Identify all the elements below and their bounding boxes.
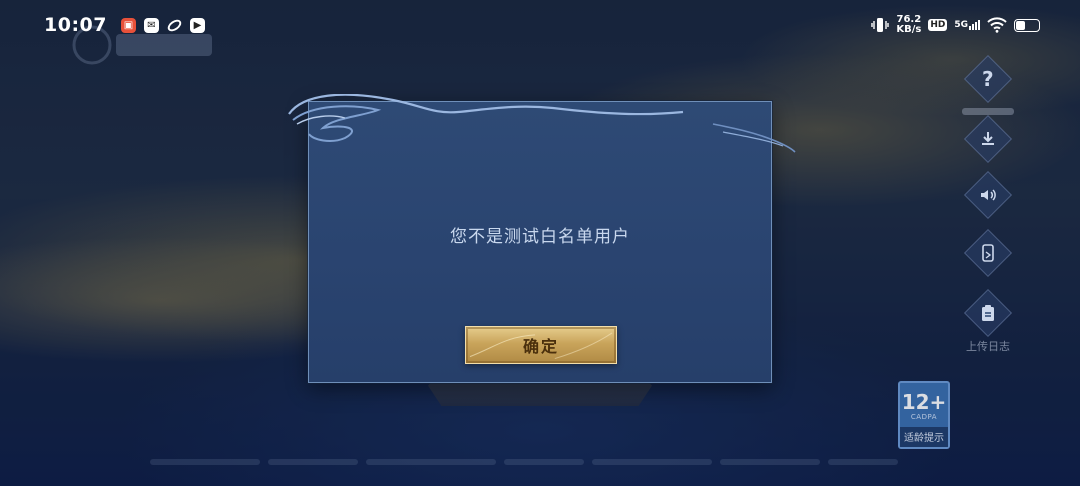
- age-rating-tip: 适龄提示: [900, 427, 948, 447]
- side-item-sound[interactable]: [958, 170, 1018, 220]
- confirm-button[interactable]: 确定: [465, 326, 617, 364]
- side-item-help[interactable]: ?: [958, 54, 1018, 115]
- age-rating-badge[interactable]: 12+ CADPA 适龄提示: [898, 381, 950, 449]
- wifi-icon: [987, 17, 1007, 33]
- phone-icon: [982, 244, 994, 262]
- hd-indicator: HD: [928, 19, 948, 31]
- question-icon: ?: [982, 66, 994, 91]
- app-notification-icon: ▣: [120, 17, 136, 33]
- vibrate-icon: [871, 18, 890, 32]
- net-speed: 76.2 KB/s: [896, 14, 922, 35]
- mail-icon: ✉: [143, 17, 159, 33]
- clipboard-icon: [982, 305, 994, 321]
- side-item-repair[interactable]: [958, 114, 1018, 164]
- whitelist-dialog: 您不是测试白名单用户 确定: [288, 94, 796, 383]
- clock: 10:07: [44, 14, 107, 36]
- speaker-icon: [981, 189, 996, 201]
- link-icon: [167, 18, 182, 33]
- side-item-upload-log[interactable]: 上传日志: [958, 288, 1018, 354]
- upload-log-label: 上传日志: [966, 340, 1010, 353]
- video-app-icon: ▶: [189, 17, 205, 33]
- battery-icon: [1014, 18, 1040, 32]
- age-rating-org: CADPA: [910, 413, 938, 421]
- signal-icon: 5G: [954, 20, 980, 30]
- age-rating-number: 12+: [901, 390, 947, 414]
- confirm-button-label: 确定: [522, 337, 559, 356]
- dialog-ornament: [288, 94, 796, 153]
- dialog-message: 您不是测试白名单用户: [450, 227, 630, 247]
- side-item-device[interactable]: [958, 228, 1018, 278]
- status-bar: 10:07 ▣ ✉ ▶ 76.2 KB/s HD 5G: [0, 0, 1080, 50]
- download-icon: [982, 132, 994, 145]
